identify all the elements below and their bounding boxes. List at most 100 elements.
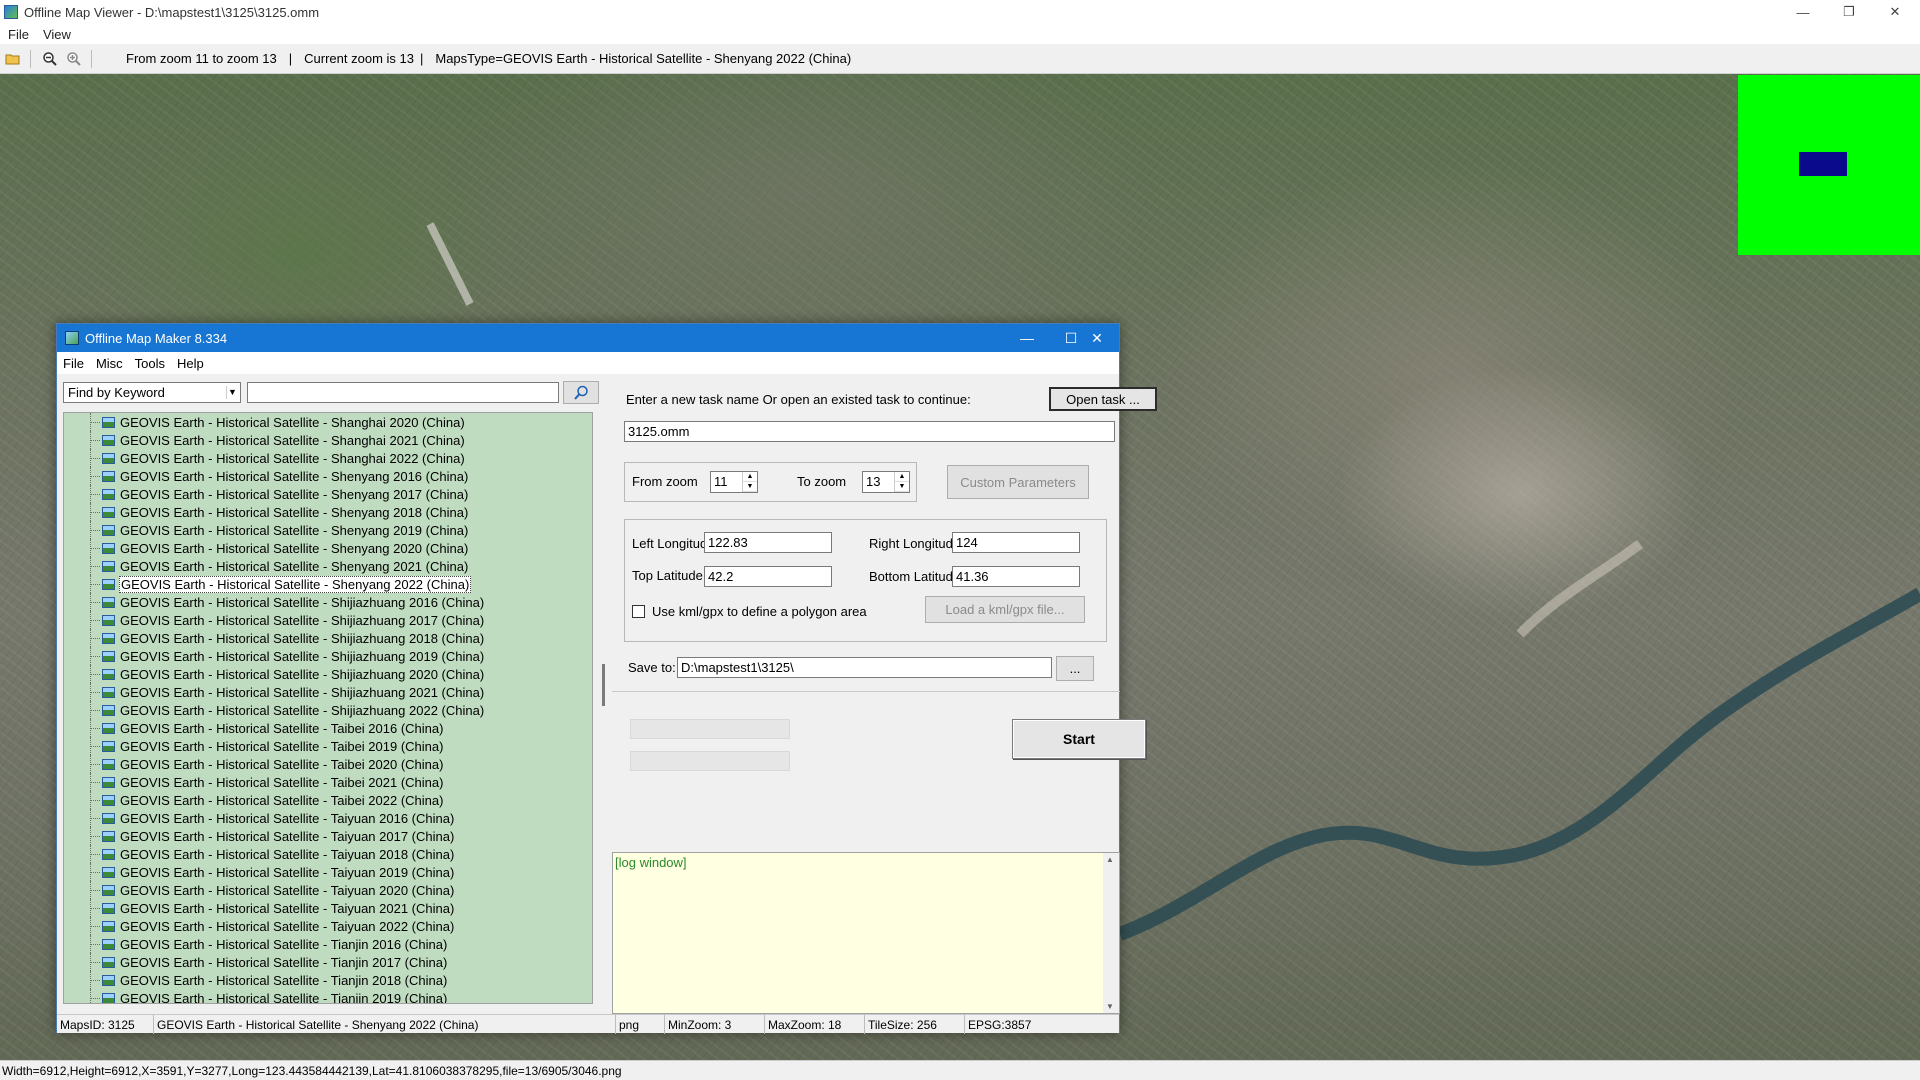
task-name-input[interactable]: 3125.omm: [624, 421, 1115, 442]
tree-item[interactable]: GEOVIS Earth - Historical Satellite - Sh…: [64, 557, 592, 575]
dialog-menu-tools[interactable]: Tools: [135, 356, 165, 371]
tree-item[interactable]: GEOVIS Earth - Historical Satellite - Sh…: [64, 431, 592, 449]
map-icon: [102, 452, 115, 464]
tree-item[interactable]: GEOVIS Earth - Historical Satellite - Sh…: [64, 503, 592, 521]
tree-item[interactable]: GEOVIS Earth - Historical Satellite - Ta…: [64, 827, 592, 845]
tree-item[interactable]: GEOVIS Earth - Historical Satellite - Ta…: [64, 917, 592, 935]
tree-item[interactable]: GEOVIS Earth - Historical Satellite - Sh…: [64, 413, 592, 431]
tree-item[interactable]: GEOVIS Earth - Historical Satellite - Ti…: [64, 989, 592, 1003]
map-icon: [102, 722, 115, 734]
save-to-input[interactable]: D:\mapstest1\3125\: [677, 657, 1052, 678]
tree-item[interactable]: GEOVIS Earth - Historical Satellite - Sh…: [64, 485, 592, 503]
map-icon: [102, 686, 115, 698]
tree-item[interactable]: GEOVIS Earth - Historical Satellite - Ta…: [64, 863, 592, 881]
log-window[interactable]: [log window] ▲ ▼: [612, 852, 1120, 1014]
open-folder-button[interactable]: [2, 48, 24, 70]
zoom-in-button[interactable]: [63, 48, 85, 70]
menu-file[interactable]: File: [8, 27, 29, 42]
chevron-up-icon[interactable]: ▲: [743, 472, 757, 482]
minimize-button[interactable]: —: [1780, 0, 1826, 24]
close-button[interactable]: ✕: [1872, 0, 1918, 24]
log-scrollbar[interactable]: ▲ ▼: [1103, 853, 1119, 1013]
splitter-handle[interactable]: [602, 664, 605, 706]
dialog-menu-misc[interactable]: Misc: [96, 356, 123, 371]
chevron-up-icon[interactable]: ▲: [895, 472, 909, 482]
maps-name-status: GEOVIS Earth - Historical Satellite - Sh…: [154, 1015, 616, 1034]
restore-button[interactable]: ❐: [1826, 0, 1872, 24]
tree-item[interactable]: GEOVIS Earth - Historical Satellite - Ta…: [64, 737, 592, 755]
tree-item-label: GEOVIS Earth - Historical Satellite - Sh…: [120, 630, 485, 646]
task-panel: Enter a new task name Or open an existed…: [612, 374, 1157, 1014]
minimap-viewport-rect[interactable]: [1799, 152, 1847, 176]
zoom-out-button[interactable]: [39, 48, 61, 70]
right-longitude-input[interactable]: 124: [952, 532, 1080, 553]
dialog-minimize-button[interactable]: —: [1005, 324, 1049, 352]
tree-item[interactable]: GEOVIS Earth - Historical Satellite - Ta…: [64, 845, 592, 863]
tree-item[interactable]: GEOVIS Earth - Historical Satellite - Sh…: [64, 593, 592, 611]
browse-folder-button[interactable]: ...: [1056, 656, 1094, 681]
tree-item[interactable]: GEOVIS Earth - Historical Satellite - Ta…: [64, 899, 592, 917]
tree-item[interactable]: GEOVIS Earth - Historical Satellite - Sh…: [64, 467, 592, 485]
bottom-latitude-input[interactable]: 41.36: [952, 566, 1080, 587]
tree-item[interactable]: GEOVIS Earth - Historical Satellite - Ta…: [64, 791, 592, 809]
tree-item[interactable]: GEOVIS Earth - Historical Satellite - Sh…: [64, 683, 592, 701]
tree-item-label: GEOVIS Earth - Historical Satellite - Ti…: [120, 972, 448, 988]
tree-item-label: GEOVIS Earth - Historical Satellite - Sh…: [120, 504, 469, 520]
left-longitude-input[interactable]: 122.83: [704, 532, 832, 553]
start-button[interactable]: Start: [1012, 719, 1146, 759]
find-mode-select[interactable]: Find by Keyword ▼: [63, 382, 241, 403]
menu-view[interactable]: View: [43, 27, 71, 42]
tree-item[interactable]: GEOVIS Earth - Historical Satellite - Sh…: [64, 521, 592, 539]
tree-item[interactable]: GEOVIS Earth - Historical Satellite - Ta…: [64, 809, 592, 827]
tree-item[interactable]: GEOVIS Earth - Historical Satellite - Sh…: [64, 665, 592, 683]
custom-parameters-button[interactable]: Custom Parameters: [947, 465, 1089, 499]
use-kml-checkbox[interactable]: [632, 605, 645, 618]
map-icon: [102, 704, 115, 716]
tree-item-label: GEOVIS Earth - Historical Satellite - Sh…: [120, 486, 469, 502]
status-separator: |: [419, 51, 424, 66]
tree-item[interactable]: GEOVIS Earth - Historical Satellite - Sh…: [64, 629, 592, 647]
search-icon: [574, 385, 588, 400]
tree-item-label: GEOVIS Earth - Historical Satellite - Ti…: [120, 954, 448, 970]
tree-item[interactable]: GEOVIS Earth - Historical Satellite - Ti…: [64, 935, 592, 953]
maps-type-status: MapsType=GEOVIS Earth - Historical Satel…: [435, 51, 852, 66]
tree-item[interactable]: GEOVIS Earth - Historical Satellite - Sh…: [64, 449, 592, 467]
tree-item-label: GEOVIS Earth - Historical Satellite - Ta…: [120, 846, 455, 862]
from-zoom-stepper[interactable]: 11 ▲ ▼: [710, 471, 758, 493]
chevron-down-icon[interactable]: ▼: [743, 482, 757, 492]
tree-item-label: GEOVIS Earth - Historical Satellite - Sh…: [120, 612, 485, 628]
scroll-up-icon[interactable]: ▲: [1106, 855, 1114, 864]
scroll-down-icon[interactable]: ▼: [1106, 1002, 1114, 1011]
tree-item[interactable]: GEOVIS Earth - Historical Satellite - Ta…: [64, 881, 592, 899]
chevron-down-icon[interactable]: ▼: [895, 482, 909, 492]
tree-item[interactable]: GEOVIS Earth - Historical Satellite - Ti…: [64, 953, 592, 971]
tree-item[interactable]: GEOVIS Earth - Historical Satellite - Ta…: [64, 773, 592, 791]
tree-item[interactable]: GEOVIS Earth - Historical Satellite - Sh…: [64, 701, 592, 719]
map-type-tree[interactable]: GEOVIS Earth - Historical Satellite - Sh…: [63, 412, 593, 1004]
dialog-close-button[interactable]: ✕: [1075, 324, 1119, 352]
tree-item[interactable]: GEOVIS Earth - Historical Satellite - Ti…: [64, 971, 592, 989]
dialog-menu-help[interactable]: Help: [177, 356, 204, 371]
keyword-input[interactable]: [247, 382, 559, 403]
map-icon: [102, 956, 115, 968]
dialog-menu-file[interactable]: File: [63, 356, 84, 371]
search-button[interactable]: [563, 381, 599, 404]
tree-item[interactable]: GEOVIS Earth - Historical Satellite - Sh…: [64, 647, 592, 665]
tree-item[interactable]: GEOVIS Earth - Historical Satellite - Sh…: [64, 575, 592, 593]
map-icon: [102, 884, 115, 896]
toolbar-separator: [91, 49, 92, 68]
tree-item[interactable]: GEOVIS Earth - Historical Satellite - Ta…: [64, 755, 592, 773]
divider: [612, 691, 1120, 692]
load-kml-button[interactable]: Load a kml/gpx file...: [925, 596, 1085, 623]
tree-item[interactable]: GEOVIS Earth - Historical Satellite - Sh…: [64, 539, 592, 557]
tree-item[interactable]: GEOVIS Earth - Historical Satellite - Sh…: [64, 611, 592, 629]
to-zoom-stepper[interactable]: 13 ▲ ▼: [862, 471, 910, 493]
tree-item-label: GEOVIS Earth - Historical Satellite - Ta…: [120, 774, 444, 790]
overview-minimap[interactable]: [1738, 75, 1920, 255]
tree-item-label: GEOVIS Earth - Historical Satellite - Ta…: [120, 828, 455, 844]
top-latitude-input[interactable]: 42.2: [704, 566, 832, 587]
dialog-title: Offline Map Maker 8.334: [85, 330, 228, 346]
open-task-button[interactable]: Open task ...: [1049, 387, 1157, 411]
log-title: [log window]: [615, 855, 687, 870]
tree-item[interactable]: GEOVIS Earth - Historical Satellite - Ta…: [64, 719, 592, 737]
